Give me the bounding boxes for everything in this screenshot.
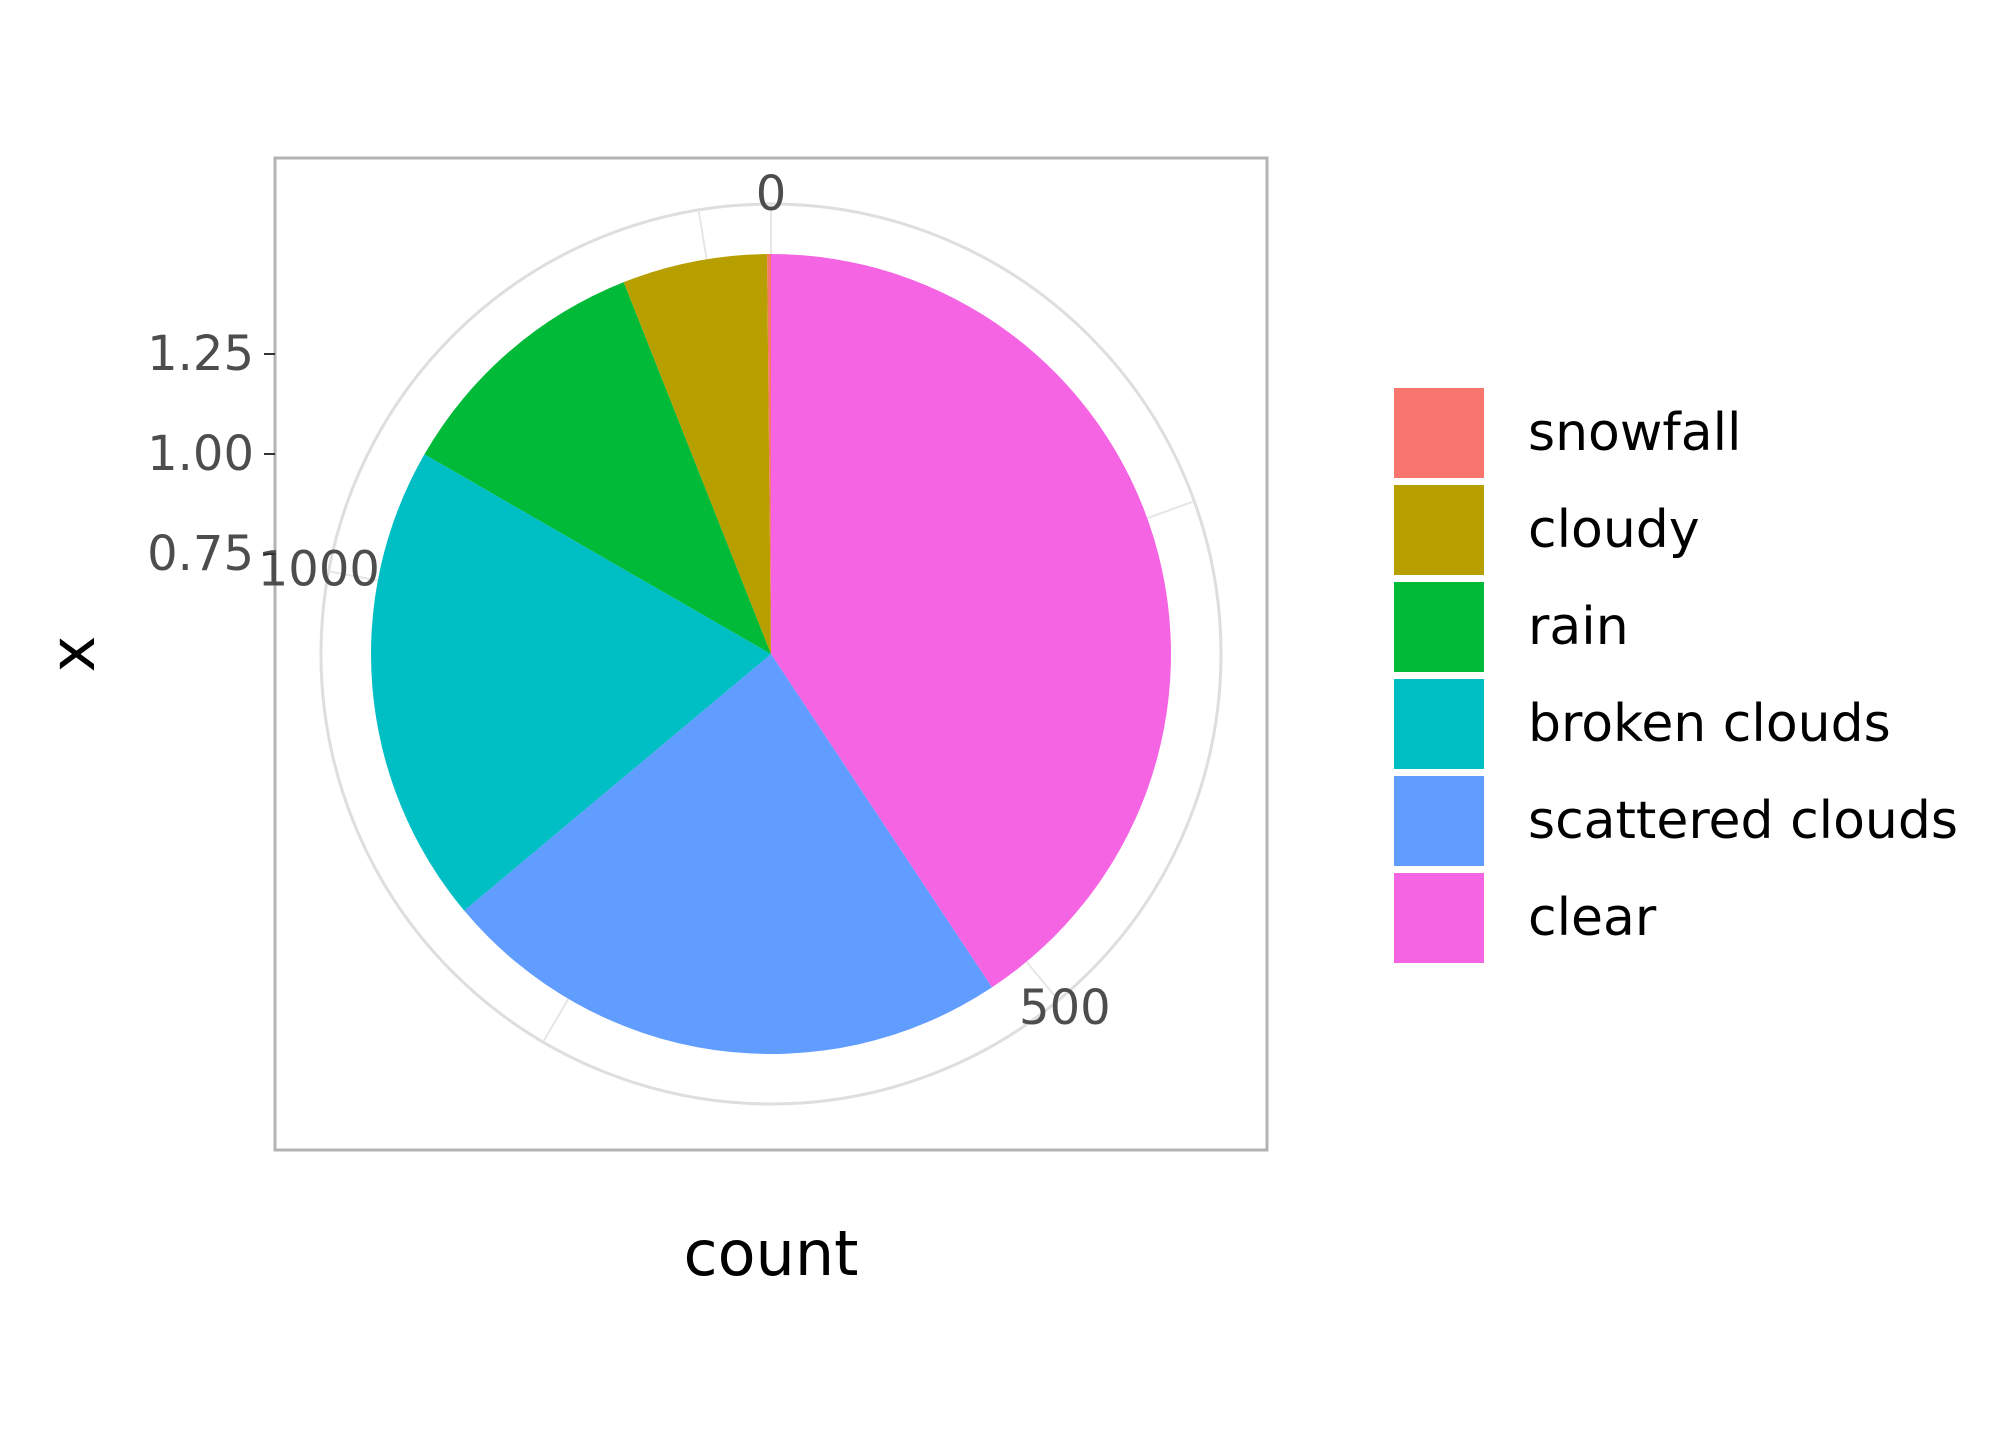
y-tick-label-0.75: 0.75 [147, 526, 254, 582]
legend-key-rain [1394, 582, 1484, 672]
y-tick-label-1.25: 1.25 [147, 326, 254, 382]
legend-label-scattered-clouds: scattered clouds [1528, 791, 1958, 851]
pie-slices [371, 254, 1171, 1054]
legend-key-cloudy [1394, 485, 1484, 575]
radial-tick-label-500: 500 [1019, 980, 1111, 1036]
pie-chart: 0 500 1000 1.25 1.00 0.75 count x snowfall cl… [0, 0, 2000, 1440]
legend-key-broken-clouds [1394, 679, 1484, 769]
legend-label-broken-clouds: broken clouds [1528, 694, 1891, 754]
legend-key-snowfall [1394, 388, 1484, 478]
y-tick-label-1.00: 1.00 [147, 426, 254, 482]
x-axis-title: count [684, 1217, 859, 1290]
legend-label-rain: rain [1528, 597, 1629, 657]
radial-tick-label-0: 0 [756, 166, 787, 222]
y-axis-title: x [36, 636, 109, 673]
legend-label-clear: clear [1528, 888, 1657, 948]
legend-label-snowfall: snowfall [1528, 403, 1741, 463]
legend-label-cloudy: cloudy [1528, 500, 1700, 560]
legend-key-scattered-clouds [1394, 776, 1484, 866]
radial-tick-label-1000: 1000 [258, 541, 380, 597]
legend-key-clear [1394, 873, 1484, 963]
